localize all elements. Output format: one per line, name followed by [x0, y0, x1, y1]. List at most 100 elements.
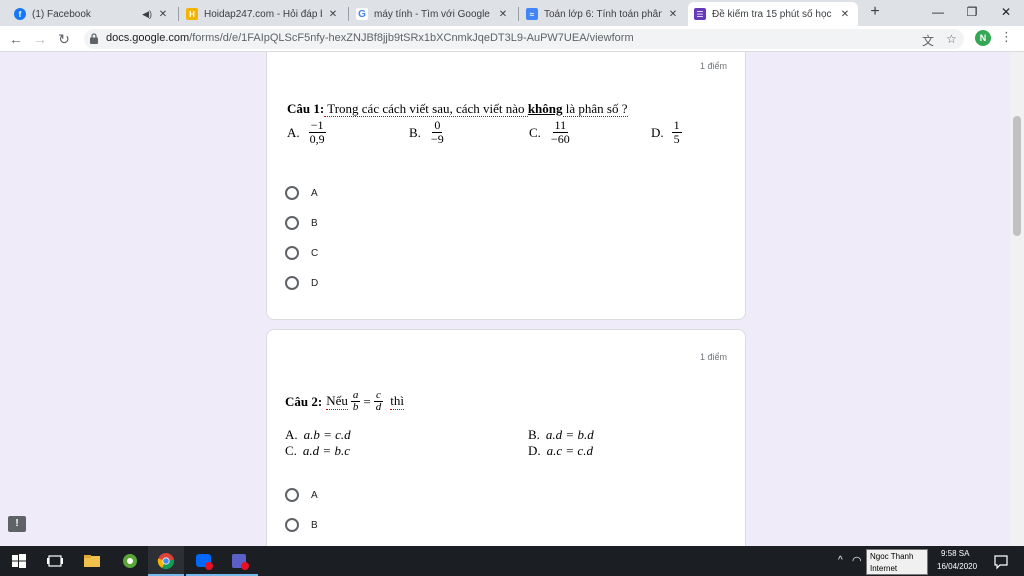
tab-facebook[interactable]: f (1) Facebook ◀) ✕ — [8, 2, 176, 26]
restore-button[interactable]: ❐ — [954, 0, 990, 26]
fraction: −1 0,9 — [308, 119, 327, 146]
question-title: Câu 2: Nếu ab = cd thì — [285, 390, 404, 413]
fraction-a-b: ab — [350, 390, 361, 413]
form-page: 1 điểm Câu 1: Trong các cách viết sau, c… — [0, 52, 1024, 546]
radio-button[interactable] — [285, 246, 299, 260]
url-host: docs.google.com — [106, 32, 190, 44]
question-then: thì — [390, 393, 404, 410]
denominator: −9 — [430, 132, 444, 146]
tab-title: máy tính - Tìm với Google — [374, 8, 490, 20]
numerator: 0 — [432, 118, 443, 133]
denominator: b — [352, 401, 359, 413]
page-scrollbar[interactable] — [1010, 52, 1024, 546]
facebook-icon: f — [14, 8, 26, 20]
denominator: d — [375, 401, 382, 413]
windows-start-icon[interactable] — [8, 550, 30, 572]
option-a: A. a.b = c.d — [285, 427, 351, 443]
radio-button[interactable] — [285, 186, 299, 200]
close-icon[interactable]: ✕ — [666, 9, 680, 20]
star-icon[interactable]: ☆ — [946, 32, 957, 46]
profile-avatar[interactable]: N — [975, 30, 991, 46]
tab-hoidap[interactable]: H Hoidap247.com - Hỏi đáp bài t ✕ — [180, 2, 346, 26]
fraction-c-d: cd — [374, 390, 384, 413]
points-label: 1 điểm — [699, 352, 727, 362]
clock-date[interactable]: 16/04/2020 — [937, 562, 977, 571]
tray-chevron-icon[interactable]: ^ — [838, 555, 843, 566]
app-icon — [123, 554, 137, 568]
denominator: −60 — [550, 132, 570, 146]
taskbar-chrome[interactable] — [148, 546, 184, 576]
numerator: −1 — [308, 118, 326, 133]
radio-choice-d[interactable]: D — [285, 276, 318, 290]
option-letter: A. — [285, 427, 298, 442]
taskbar-app-green[interactable] — [112, 546, 148, 576]
folder-icon — [84, 555, 100, 567]
close-icon[interactable]: ✕ — [496, 9, 510, 20]
question-text-end: là phân số ? — [562, 101, 628, 117]
reload-button[interactable]: ↻ — [54, 29, 74, 49]
points-label: 1 điểm — [699, 61, 727, 71]
radio-choice-a[interactable]: A — [285, 186, 318, 200]
radio-choice-b[interactable]: B — [285, 518, 318, 532]
wifi-icon[interactable]: ◠ — [852, 554, 862, 567]
minimize-button[interactable]: — — [920, 0, 956, 26]
taskbar-app-zalo[interactable] — [186, 546, 222, 576]
question-text: Trong các cách viết sau, cách viết nào — [324, 101, 528, 117]
task-view-icon[interactable] — [44, 550, 66, 572]
translate-icon[interactable]: 文 — [922, 32, 934, 49]
choice-label: B — [311, 519, 318, 531]
tab-separator — [178, 7, 179, 21]
new-tab-button[interactable]: + — [866, 2, 884, 24]
radio-choice-b[interactable]: B — [285, 216, 318, 230]
question-if: Nếu — [326, 393, 348, 410]
question-card-2: 1 điểm Câu 2: Nếu ab = cd thì A. a.b = c.… — [266, 329, 746, 546]
radio-button[interactable] — [285, 488, 299, 502]
url-text: docs.google.com/forms/d/e/1FAIpQLScF5nfy… — [106, 32, 634, 44]
question-label: Câu 1: — [287, 101, 325, 116]
address-bar[interactable]: docs.google.com/forms/d/e/1FAIpQLScF5nfy… — [84, 29, 964, 49]
tab-google[interactable]: G máy tính - Tìm với Google ✕ — [350, 2, 516, 26]
radio-choice-c[interactable]: C — [285, 246, 318, 260]
chat-app-icon — [196, 554, 213, 570]
chrome-icon — [157, 553, 175, 570]
forms-icon: ☰ — [694, 8, 706, 20]
choice-label: A — [311, 489, 318, 501]
forward-button[interactable]: → — [30, 29, 50, 49]
radio-button[interactable] — [285, 276, 299, 290]
menu-icon[interactable]: ⋮ — [1000, 29, 1013, 45]
option-letter: D. — [651, 124, 664, 140]
back-button[interactable]: ← — [6, 29, 26, 49]
network-name: Ngoc Thanh — [870, 552, 914, 561]
scroll-thumb[interactable] — [1013, 116, 1021, 236]
option-b: B. 0 −9 — [409, 119, 446, 146]
feedback-icon[interactable]: ! — [8, 516, 26, 532]
option-d: D. 15 — [651, 119, 682, 146]
tab-toan[interactable]: ≈ Toán lớp 6: Tính toán phân số ✕ — [520, 2, 686, 26]
option-text: a.d = b.d — [545, 427, 594, 442]
lock-icon — [90, 33, 98, 44]
taskbar-app-teams[interactable] — [222, 546, 258, 576]
choice-label: D — [311, 277, 319, 289]
question-label: Câu 2: — [285, 393, 323, 409]
clock-time[interactable]: 9:58 SA — [941, 549, 969, 558]
tab-forms-active[interactable]: ☰ Đề kiểm tra 15 phút số học 6 ✕ — [688, 2, 858, 26]
speaker-icon[interactable]: ◀) — [142, 9, 152, 20]
option-c: C. a.d = b.c — [285, 443, 350, 459]
google-icon: G — [356, 8, 368, 20]
radio-choice-a[interactable]: A — [285, 488, 318, 502]
notification-icon[interactable] — [990, 550, 1012, 572]
tab-title: Đề kiểm tra 15 phút số học 6 — [712, 8, 834, 20]
tab-strip: f (1) Facebook ◀) ✕ H Hoidap247.com - Hỏ… — [0, 0, 1024, 26]
close-icon[interactable]: ✕ — [156, 9, 170, 20]
close-window-button[interactable]: ✕ — [988, 0, 1024, 26]
option-letter: C. — [529, 124, 541, 140]
option-letter: B. — [528, 427, 540, 442]
numerator: 11 — [552, 118, 569, 133]
tab-title: (1) Facebook — [32, 8, 91, 20]
taskbar-file-explorer[interactable] — [74, 546, 110, 576]
radio-button[interactable] — [285, 518, 299, 532]
radio-button[interactable] — [285, 216, 299, 230]
question-emphasis: không — [527, 101, 563, 116]
close-icon[interactable]: ✕ — [838, 9, 852, 20]
close-icon[interactable]: ✕ — [326, 9, 340, 20]
